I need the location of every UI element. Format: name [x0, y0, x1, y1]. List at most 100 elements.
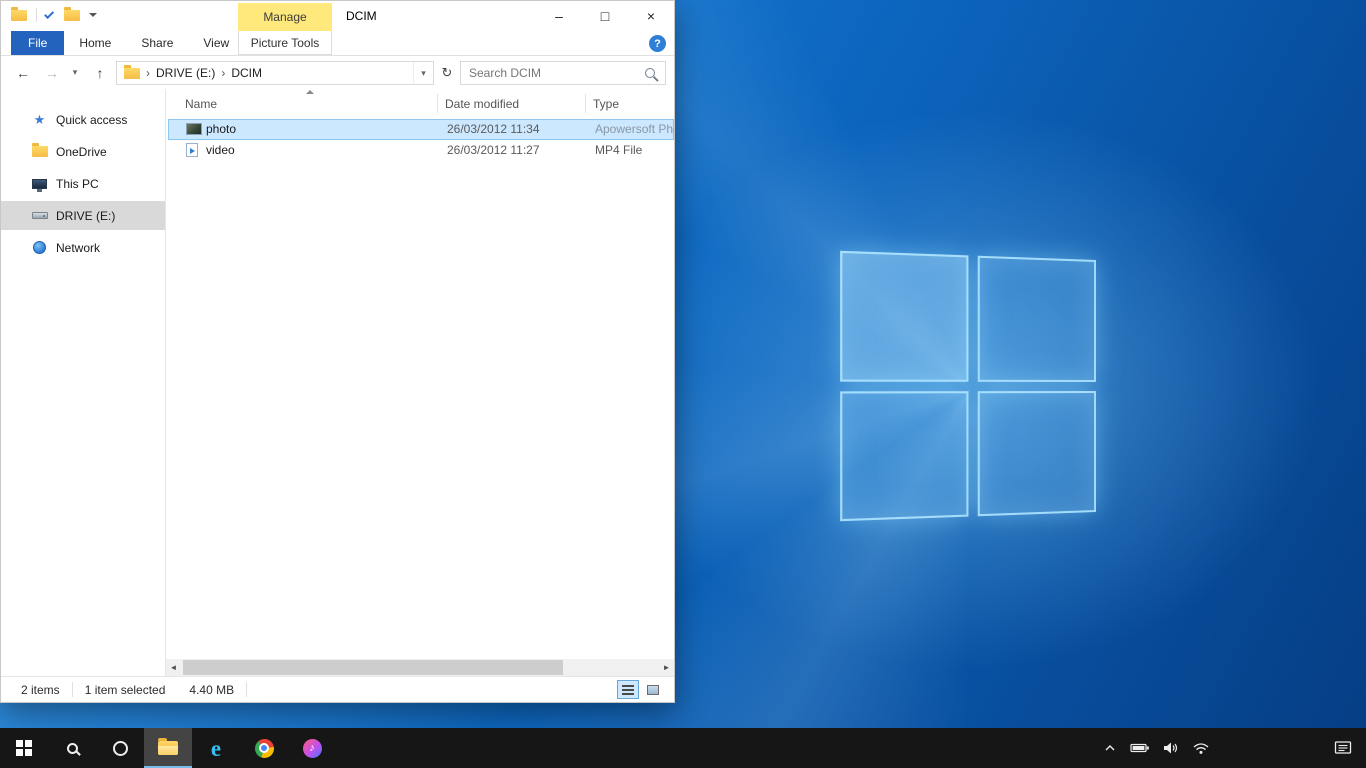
- file-type: Apowersoft Pho: [595, 122, 674, 136]
- customize-toolbar-chevron-icon[interactable]: [89, 13, 97, 17]
- navigation-bar: ← → ▾ ↑ › DRIVE (E:) › DCIM ▾ ↻: [1, 56, 674, 89]
- column-header-type[interactable]: Type: [593, 97, 619, 111]
- window-controls: – □ ×: [536, 1, 674, 31]
- ribbon-tab-bar: File Home Share View Picture Tools ?: [1, 31, 674, 56]
- view-toggle-buttons: [617, 680, 664, 699]
- close-button[interactable]: ×: [628, 1, 674, 31]
- search-icon: [67, 743, 78, 754]
- up-button[interactable]: ↑: [87, 56, 113, 89]
- sort-ascending-icon: [306, 90, 314, 94]
- sidebar-item-onedrive[interactable]: OneDrive: [1, 137, 165, 166]
- address-folder-icon: [124, 68, 140, 79]
- windows-logo-pane: [840, 251, 968, 382]
- window-title: DCIM: [346, 9, 377, 23]
- taskbar-file-explorer-button[interactable]: [144, 728, 192, 768]
- cortana-button[interactable]: [96, 728, 144, 768]
- details-view-icon: [622, 685, 634, 695]
- explorer-app-icon: [11, 10, 27, 21]
- file-row-video[interactable]: video 26/03/2012 11:27 MP4 File: [168, 140, 674, 161]
- file-explorer-window: Manage DCIM – □ × File Home Share View P…: [0, 0, 675, 703]
- taskbar-itunes-button[interactable]: ♪: [288, 728, 336, 768]
- minimize-button[interactable]: –: [536, 1, 582, 31]
- volume-icon[interactable]: [1163, 741, 1179, 755]
- taskbar-chrome-button[interactable]: [240, 728, 288, 768]
- windows-logo-pane: [840, 391, 968, 522]
- scrollbar-thumb[interactable]: [183, 660, 563, 675]
- horizontal-scrollbar[interactable]: ◄ ►: [166, 659, 674, 676]
- recent-locations-dropdown[interactable]: ▾: [67, 56, 83, 89]
- windows-start-icon: [16, 740, 32, 756]
- tab-file[interactable]: File: [11, 31, 64, 55]
- sidebar-item-this-pc[interactable]: This PC: [1, 169, 165, 198]
- file-row-photo[interactable]: photo 26/03/2012 11:34 Apowersoft Pho: [168, 119, 674, 140]
- taskbar: e ♪: [0, 728, 1366, 768]
- sidebar-item-label: OneDrive: [56, 145, 107, 159]
- action-center-button[interactable]: [1334, 728, 1352, 768]
- photo-thumbnail-icon: [186, 123, 202, 135]
- breadcrumb-dcim[interactable]: DCIM: [231, 66, 262, 80]
- breadcrumb-chevron-icon: ›: [215, 66, 231, 80]
- column-divider[interactable]: [585, 94, 586, 113]
- column-header-name[interactable]: Name: [185, 97, 217, 111]
- properties-check-icon[interactable]: [44, 9, 54, 19]
- system-tray: [1103, 728, 1210, 768]
- tab-picture-tools[interactable]: Picture Tools: [238, 31, 332, 55]
- sidebar-item-label: Network: [56, 241, 100, 255]
- forward-button[interactable]: →: [39, 56, 65, 89]
- windows-logo-pane: [977, 391, 1096, 517]
- sidebar-item-quick-access[interactable]: ★ Quick access: [1, 105, 165, 134]
- title-bar[interactable]: Manage DCIM – □ ×: [1, 1, 674, 31]
- scroll-right-icon[interactable]: ►: [659, 663, 674, 672]
- star-icon: ★: [31, 113, 48, 126]
- file-name: photo: [206, 122, 236, 136]
- search-input[interactable]: [461, 66, 645, 80]
- onedrive-folder-icon: [31, 146, 48, 157]
- sidebar-item-label: DRIVE (E:): [56, 209, 115, 223]
- tab-view[interactable]: View: [188, 31, 244, 55]
- maximize-button[interactable]: □: [582, 1, 628, 31]
- column-divider[interactable]: [437, 94, 438, 113]
- taskbar-internet-explorer-button[interactable]: e: [192, 728, 240, 768]
- address-bar[interactable]: › DRIVE (E:) › DCIM ▾: [116, 61, 434, 85]
- scrollbar-track[interactable]: [181, 659, 659, 676]
- refresh-button[interactable]: ↻: [437, 61, 457, 85]
- search-box: [460, 61, 666, 85]
- sidebar-item-network[interactable]: Network: [1, 233, 165, 262]
- ribbon-contextual-group[interactable]: Manage: [238, 3, 332, 31]
- file-date-modified: 26/03/2012 11:27: [447, 143, 540, 157]
- start-button[interactable]: [0, 728, 48, 768]
- column-header-date-modified[interactable]: Date modified: [445, 97, 519, 111]
- back-button[interactable]: ←: [9, 56, 37, 89]
- wifi-icon[interactable]: [1192, 741, 1210, 755]
- show-hidden-icons-chevron-icon[interactable]: [1103, 742, 1117, 754]
- status-bar: 2 items 1 item selected 4.40 MB: [1, 676, 674, 702]
- scroll-left-icon[interactable]: ◄: [166, 663, 181, 672]
- large-icons-view-button[interactable]: [642, 680, 664, 699]
- sidebar-item-drive-e[interactable]: DRIVE (E:): [1, 201, 165, 230]
- internet-explorer-icon: e: [211, 737, 221, 760]
- address-dropdown-icon[interactable]: ▾: [413, 62, 433, 84]
- windows-logo: [840, 251, 1096, 521]
- selection-size: 4.40 MB: [189, 683, 234, 697]
- cortana-circle-icon: [113, 741, 128, 756]
- itunes-music-icon: ♪: [303, 739, 322, 758]
- file-name: video: [206, 143, 235, 157]
- tab-home[interactable]: Home: [64, 31, 126, 55]
- file-type: MP4 File: [595, 143, 674, 157]
- status-separator: [246, 682, 247, 697]
- column-headers: Name Date modified Type: [166, 89, 674, 117]
- navigation-pane: ★ Quick access OneDrive This PC DRIVE (E…: [1, 89, 166, 676]
- breadcrumb-drive[interactable]: DRIVE (E:): [156, 66, 215, 80]
- explorer-body: ★ Quick access OneDrive This PC DRIVE (E…: [1, 89, 674, 676]
- windows-logo-pane: [977, 256, 1096, 382]
- status-separator: [72, 682, 73, 697]
- search-icon[interactable]: [645, 68, 655, 78]
- taskbar-search-button[interactable]: [48, 728, 96, 768]
- help-button[interactable]: ?: [649, 35, 666, 52]
- details-view-button[interactable]: [617, 680, 639, 699]
- new-folder-icon[interactable]: [64, 10, 80, 21]
- tab-share[interactable]: Share: [126, 31, 188, 55]
- battery-icon[interactable]: [1130, 741, 1150, 755]
- quick-access-toolbar: [11, 8, 97, 22]
- file-list-pane[interactable]: Name Date modified Type photo 26/03/2012…: [166, 89, 674, 676]
